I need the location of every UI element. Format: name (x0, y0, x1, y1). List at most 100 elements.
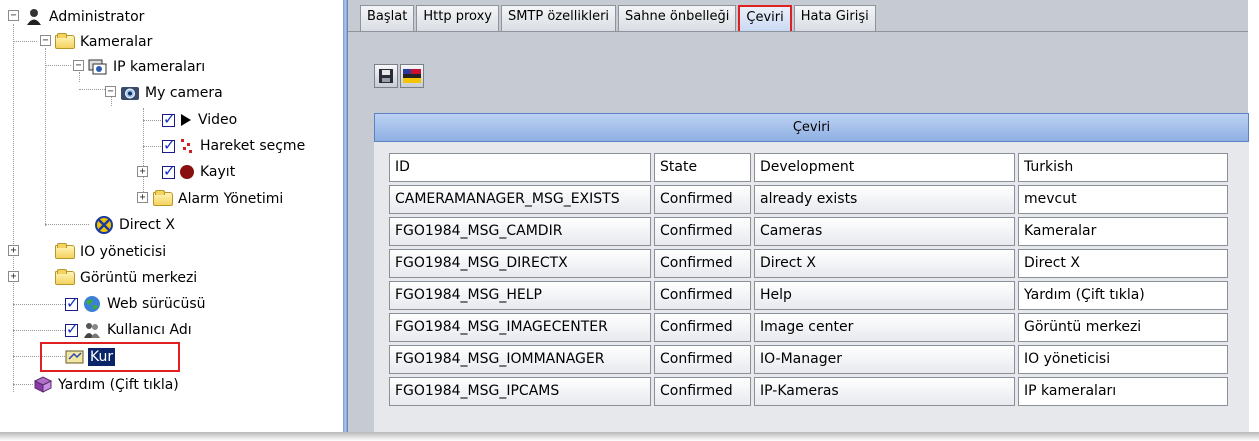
record-icon (179, 163, 195, 181)
expand-toggle-recording[interactable]: + (137, 166, 148, 177)
tab-smtp-settings[interactable]: SMTP özellikleri (500, 5, 617, 32)
tree-item-label: Yardım (Çift tıkla) (58, 377, 179, 393)
tree-item-label: Direct X (119, 217, 175, 233)
turkish-cell[interactable]: Yardım (Çift tıkla) (1018, 281, 1228, 310)
username-checkbox[interactable] (65, 320, 79, 338)
id-cell: FGO1984_MSG_CAMDIR (389, 217, 651, 246)
table-row[interactable]: FGO1984_MSG_DIRECTX Confirmed Direct X D… (389, 249, 1228, 278)
tree-item-label: Kayıt (200, 164, 236, 180)
turkish-cell[interactable]: mevcut (1018, 185, 1228, 214)
collapse-toggle-ip-cameras[interactable]: − (73, 60, 84, 71)
state-cell: Confirmed (654, 249, 751, 278)
development-cell: Direct X (754, 249, 1015, 278)
expand-toggle-alarm[interactable]: + (137, 192, 148, 203)
tree-item-label: Hareket seçme (200, 138, 306, 154)
globe-icon (82, 295, 102, 313)
window-shadow (0, 432, 1259, 441)
collapse-toggle-kameralar[interactable]: − (40, 35, 51, 46)
tree-line (13, 24, 14, 392)
tree-item-kameralar[interactable]: Kameralar (55, 30, 154, 54)
tree-line (45, 48, 46, 226)
motion-checkbox[interactable] (162, 136, 176, 154)
grid-title: Çeviri (374, 113, 1249, 142)
recording-checkbox[interactable] (162, 162, 176, 180)
turkish-cell[interactable]: Direct X (1018, 249, 1228, 278)
tab-error-log[interactable]: Hata Girişi (793, 5, 876, 32)
id-cell: CAMERAMANAGER_MSG_EXISTS (389, 185, 651, 214)
tree-item-administrator[interactable]: Administrator (24, 5, 146, 29)
state-cell: Confirmed (654, 281, 751, 310)
tree-line (143, 120, 163, 121)
video-checkbox[interactable] (162, 110, 176, 128)
turkish-cell[interactable]: IO yöneticisi (1018, 345, 1228, 374)
toolbar (374, 64, 426, 88)
state-cell: Confirmed (654, 345, 751, 374)
directx-icon (94, 216, 114, 234)
tree-item-username[interactable]: Kullanıcı Adı (65, 318, 194, 342)
language-button[interactable] (400, 64, 424, 88)
folder-icon (55, 33, 75, 51)
folder-icon (55, 243, 75, 261)
id-cell: FGO1984_MSG_IOMMANAGER (389, 345, 651, 374)
state-cell: Confirmed (654, 185, 751, 214)
tree-item-label: Görüntü merkezi (80, 270, 198, 286)
table-row[interactable]: FGO1984_MSG_HELP Confirmed Help Yardım (… (389, 281, 1228, 310)
tree-item-motion-detection[interactable]: Hareket seçme (162, 134, 307, 158)
tree-item-label: Alarm Yönetimi (178, 191, 284, 207)
tree-item-web-driver[interactable]: Web sürücüsü (65, 292, 208, 316)
tree-item-directx[interactable]: Direct X (94, 213, 177, 237)
tree-item-recording[interactable]: Kayıt (162, 160, 237, 184)
column-header-state[interactable]: State (654, 153, 751, 182)
help-book-icon (33, 376, 53, 394)
tab-translation[interactable]: Çeviri (738, 5, 792, 32)
floppy-disk-icon (379, 69, 393, 83)
tab-start[interactable]: Başlat (360, 5, 415, 32)
expand-toggle-image-center[interactable]: + (8, 271, 19, 282)
turkish-cell[interactable]: IP kameraları (1018, 377, 1228, 406)
column-header-development[interactable]: Development (754, 153, 1015, 182)
tree-item-help[interactable]: Yardım (Çift tıkla) (33, 373, 181, 397)
play-icon (179, 111, 193, 129)
tree-line (13, 304, 65, 305)
tree-item-label: IO yöneticisi (80, 244, 167, 260)
tree-item-label: Kullanıcı Adı (107, 322, 192, 338)
setup-icon (65, 348, 85, 366)
network-camera-icon (88, 58, 108, 76)
id-cell: FGO1984_MSG_DIRECTX (389, 249, 651, 278)
table-row[interactable]: FGO1984_MSG_IPCAMS Confirmed IP-Kameras … (389, 377, 1228, 406)
tree-line (143, 146, 163, 147)
flag-icon (403, 69, 421, 83)
development-cell: Help (754, 281, 1015, 310)
tree-item-alarm-management[interactable]: Alarm Yönetimi (153, 187, 285, 211)
folder-icon (153, 190, 173, 208)
state-cell: Confirmed (654, 377, 751, 406)
tree-item-image-center[interactable]: Görüntü merkezi (55, 266, 199, 290)
expand-toggle-io-manager[interactable]: + (8, 245, 19, 256)
web-driver-checkbox[interactable] (65, 294, 79, 312)
tree-item-setup[interactable]: Kur (65, 345, 116, 369)
table-row[interactable]: FGO1984_MSG_IOMMANAGER Confirmed IO-Mana… (389, 345, 1228, 374)
table-row[interactable]: FGO1984_MSG_CAMDIR Confirmed Cameras Kam… (389, 217, 1228, 246)
tab-bar: Başlat Http proxy SMTP özellikleri Sahne… (360, 5, 878, 32)
tree-item-ip-cameras[interactable]: IP kameraları (88, 55, 207, 79)
save-button[interactable] (374, 64, 398, 88)
tree-item-video[interactable]: Video (162, 108, 239, 132)
camera-icon (120, 84, 140, 102)
tab-http-proxy[interactable]: Http proxy (416, 5, 499, 32)
tab-scene-cache[interactable]: Sahne önbelleği (618, 5, 737, 32)
table-row[interactable]: FGO1984_MSG_IMAGECENTER Confirmed Image … (389, 313, 1228, 342)
development-cell: IP-Kameras (754, 377, 1015, 406)
tree-item-my-camera[interactable]: My camera (120, 81, 225, 105)
tree-item-io-manager[interactable]: IO yöneticisi (55, 240, 168, 264)
turkish-cell[interactable]: Görüntü merkezi (1018, 313, 1228, 342)
turkish-cell[interactable]: Kameralar (1018, 217, 1228, 246)
settings-pane: Başlat Http proxy SMTP özellikleri Sahne… (348, 0, 1249, 436)
collapse-toggle-administrator[interactable]: − (8, 10, 19, 21)
collapse-toggle-my-camera[interactable]: − (105, 86, 116, 97)
table-row[interactable]: CAMERAMANAGER_MSG_EXISTS Confirmed alrea… (389, 185, 1228, 214)
folder-icon (55, 269, 75, 287)
column-header-id[interactable]: ID (389, 153, 651, 182)
column-header-turkish[interactable]: Turkish (1018, 153, 1228, 182)
tree-line (111, 96, 112, 106)
tree-line (79, 72, 80, 82)
